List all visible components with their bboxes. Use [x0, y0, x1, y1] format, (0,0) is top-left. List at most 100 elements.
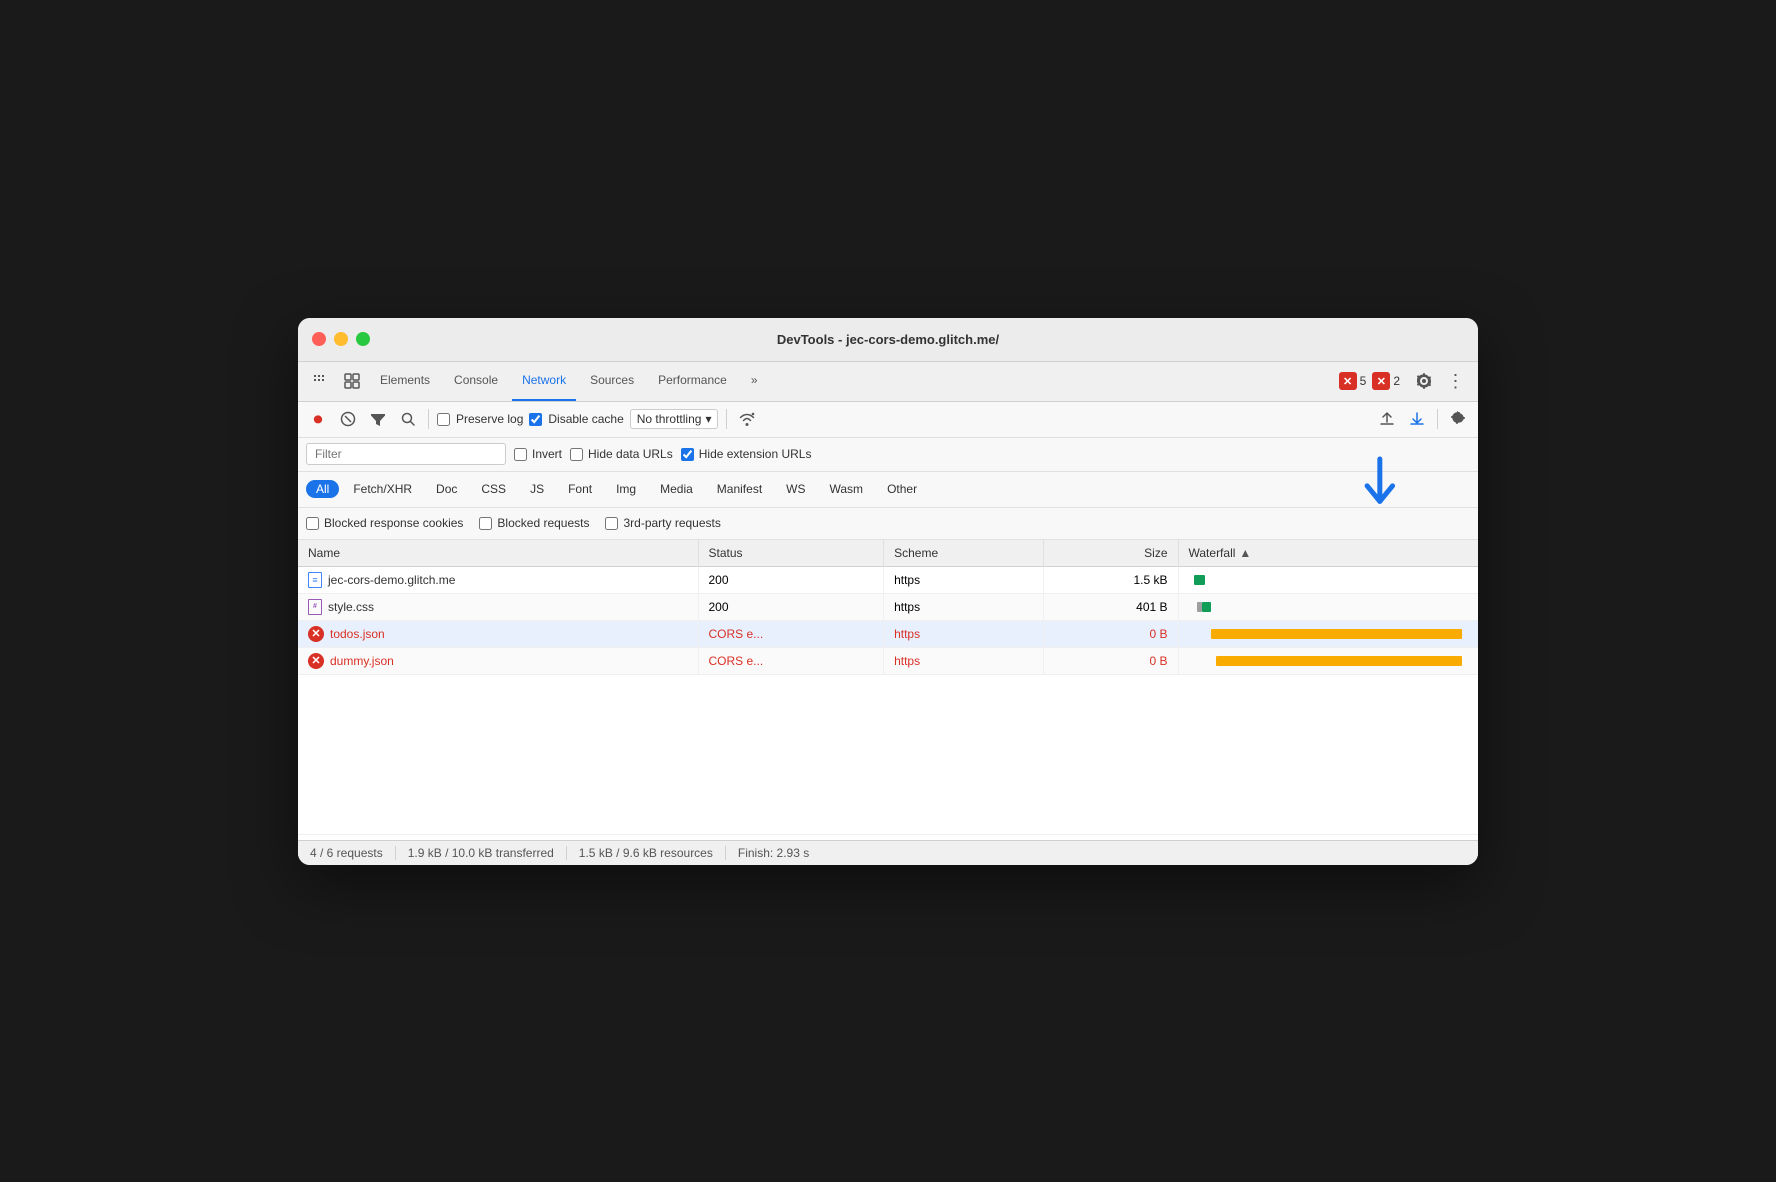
filter-doc[interactable]: Doc: [426, 480, 467, 498]
row-1-size: 1.5 kB: [1043, 566, 1178, 593]
filter-manifest[interactable]: Manifest: [707, 480, 772, 498]
tab-performance[interactable]: Performance: [648, 361, 737, 401]
error-file-icon-2: ✕: [308, 653, 324, 669]
table-row[interactable]: ≡ jec-cors-demo.glitch.me 200 https: [298, 566, 1478, 593]
network-table-container: Name Status Scheme Size: [298, 540, 1478, 840]
filter-img[interactable]: Img: [606, 480, 646, 498]
filter-icon[interactable]: [366, 407, 390, 431]
error-badges: ✕ 5 ✕ 2: [1339, 372, 1400, 390]
clear-button[interactable]: [336, 407, 360, 431]
third-party-label[interactable]: 3rd-party requests: [605, 516, 720, 530]
download-icon[interactable]: [1405, 407, 1429, 431]
row-1-waterfall: [1178, 566, 1478, 593]
filter-type-row: All Fetch/XHR Doc CSS JS Font Img Media …: [298, 472, 1478, 508]
network-settings-icon[interactable]: [1446, 407, 1470, 431]
col-scheme[interactable]: Scheme: [884, 540, 1043, 567]
filter-fetch-xhr[interactable]: Fetch/XHR: [343, 480, 422, 498]
cursor-icon[interactable]: [306, 367, 334, 395]
blocked-cookies-label[interactable]: Blocked response cookies: [306, 516, 463, 530]
transferred-info: 1.9 kB / 10.0 kB transferred: [396, 846, 567, 860]
disable-cache-checkbox[interactable]: [529, 413, 542, 426]
row-4-name[interactable]: ✕ dummy.json: [298, 647, 698, 674]
error-file-icon: ✕: [308, 626, 324, 642]
sort-arrow-icon: ▲: [1239, 546, 1251, 560]
row-4-size: 0 B: [1043, 647, 1178, 674]
search-icon[interactable]: [396, 407, 420, 431]
row-1-scheme: https: [884, 566, 1043, 593]
row-3-scheme: https: [884, 620, 1043, 647]
throttle-select[interactable]: No throttling ▾: [630, 409, 719, 429]
row-2-size: 401 B: [1043, 593, 1178, 620]
record-button[interactable]: ⏺: [306, 407, 330, 431]
hide-data-urls-checkbox[interactable]: [570, 448, 583, 461]
minimize-button[interactable]: [334, 332, 348, 346]
table-row[interactable]: ✕ dummy.json CORS e... https: [298, 647, 1478, 674]
inspect-icon[interactable]: [338, 367, 366, 395]
settings-icon[interactable]: [1410, 367, 1438, 395]
requests-count: 4 / 6 requests: [310, 846, 396, 860]
toolbar: ⏺: [298, 402, 1478, 438]
filter-font[interactable]: Font: [558, 480, 602, 498]
tab-sources[interactable]: Sources: [580, 361, 644, 401]
row-3-size: 0 B: [1043, 620, 1178, 647]
resources-info: 1.5 kB / 9.6 kB resources: [567, 846, 726, 860]
devtools-wrapper: Elements Console Network Sources Perform…: [298, 362, 1478, 865]
hide-extension-urls-checkbox[interactable]: [681, 448, 694, 461]
row-1-status: 200: [698, 566, 884, 593]
maximize-button[interactable]: [356, 332, 370, 346]
blocked-cookies-checkbox[interactable]: [306, 517, 319, 530]
hide-data-urls-label[interactable]: Hide data URLs: [570, 447, 673, 461]
filter-all[interactable]: All: [306, 480, 339, 498]
disable-cache-label[interactable]: Disable cache: [529, 412, 623, 426]
filter-other[interactable]: Other: [877, 480, 927, 498]
filter-js[interactable]: JS: [520, 480, 554, 498]
preserve-log-label[interactable]: Preserve log: [437, 412, 523, 426]
window-title: DevTools - jec-cors-demo.glitch.me/: [777, 332, 999, 347]
row-4-status: CORS e...: [698, 647, 884, 674]
error-badge-2[interactable]: ✕ 2: [1372, 372, 1400, 390]
wifi-icon[interactable]: [735, 407, 759, 431]
filter-css[interactable]: CSS: [471, 480, 516, 498]
tab-more[interactable]: »: [741, 361, 768, 401]
table-row[interactable]: # style.css 200 https 401 B: [298, 593, 1478, 620]
third-party-checkbox[interactable]: [605, 517, 618, 530]
col-name[interactable]: Name: [298, 540, 698, 567]
close-button[interactable]: [312, 332, 326, 346]
invert-checkbox[interactable]: [514, 448, 527, 461]
upload-icon[interactable]: [1375, 407, 1399, 431]
filter-wasm[interactable]: Wasm: [820, 480, 874, 498]
more-options-icon[interactable]: ⋮: [1442, 367, 1470, 395]
filter-ws[interactable]: WS: [776, 480, 815, 498]
col-status[interactable]: Status: [698, 540, 884, 567]
col-waterfall[interactable]: Waterfall ▲: [1178, 540, 1478, 567]
filter-row: Invert Hide data URLs Hide extension URL…: [298, 438, 1478, 472]
row-2-name[interactable]: # style.css: [298, 593, 698, 620]
row-2-scheme: https: [884, 593, 1043, 620]
col-size[interactable]: Size: [1043, 540, 1178, 567]
status-bar: 4 / 6 requests 1.9 kB / 10.0 kB transfer…: [298, 840, 1478, 865]
row-1-name[interactable]: ≡ jec-cors-demo.glitch.me: [298, 566, 698, 593]
network-table: Name Status Scheme Size: [298, 540, 1478, 835]
row-2-status: 200: [698, 593, 884, 620]
devtools-window: DevTools - jec-cors-demo.glitch.me/: [298, 318, 1478, 865]
row-4-waterfall: [1178, 647, 1478, 674]
blocked-row: Blocked response cookies Blocked request…: [298, 508, 1478, 540]
invert-label[interactable]: Invert: [514, 447, 562, 461]
tab-network[interactable]: Network: [512, 361, 576, 401]
preserve-log-checkbox[interactable]: [437, 413, 450, 426]
separator-2: [726, 409, 727, 429]
blocked-requests-label[interactable]: Blocked requests: [479, 516, 589, 530]
row-3-name[interactable]: ✕ todos.json: [298, 620, 698, 647]
filter-input[interactable]: [306, 443, 506, 465]
tab-elements[interactable]: Elements: [370, 361, 440, 401]
hide-extension-urls-label[interactable]: Hide extension URLs: [681, 447, 812, 461]
row-4-scheme: https: [884, 647, 1043, 674]
blocked-requests-checkbox[interactable]: [479, 517, 492, 530]
table-row[interactable]: ✕ todos.json CORS e... https: [298, 620, 1478, 647]
tab-console[interactable]: Console: [444, 361, 508, 401]
error-badge-1[interactable]: ✕ 5: [1339, 372, 1367, 390]
empty-row: [298, 674, 1478, 834]
filter-media[interactable]: Media: [650, 480, 703, 498]
finish-time: Finish: 2.93 s: [726, 846, 821, 860]
css-file-icon: #: [308, 599, 322, 615]
